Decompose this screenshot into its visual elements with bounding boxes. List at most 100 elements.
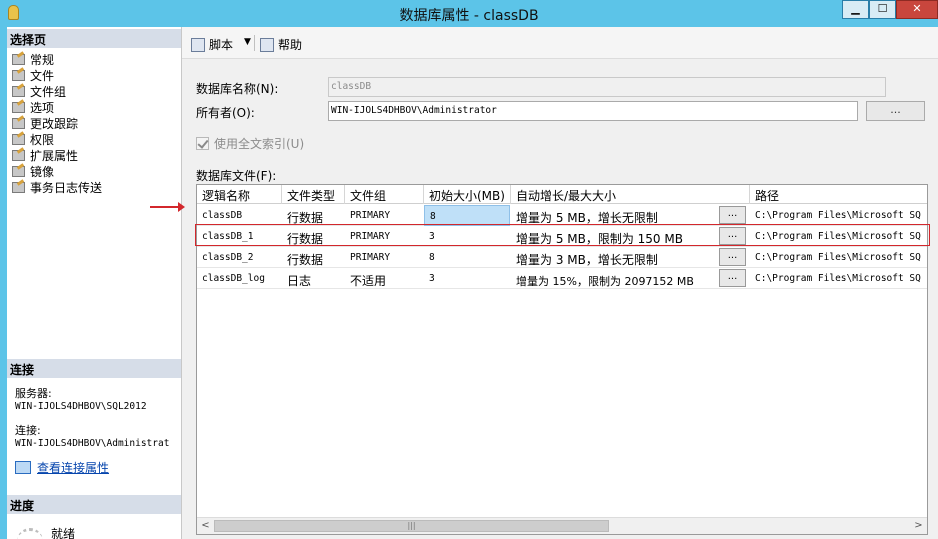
cell-filegroup[interactable]: PRIMARY <box>345 247 424 268</box>
page-icon <box>11 117 25 129</box>
help-button[interactable]: 帮助 <box>260 36 302 53</box>
toolbar-separator <box>254 35 255 51</box>
fulltext-index-row: 使用全文索引(U) <box>196 135 304 152</box>
cell-filegroup[interactable]: 不适用 <box>345 268 424 289</box>
horizontal-scrollbar[interactable]: < ||| > <box>197 517 927 534</box>
table-row[interactable]: classDB_1 行数据 PRIMARY 3 增量为 5 MB，限制为 150… <box>197 226 927 247</box>
scroll-left-button[interactable]: < <box>197 518 214 534</box>
minimize-button[interactable]: ▁ <box>842 0 869 19</box>
page-item-options[interactable]: 选项 <box>11 99 102 115</box>
cell-path[interactable]: C:\Program Files\Microsoft SQ <box>750 205 927 226</box>
col-header-logical-name[interactable]: 逻辑名称 <box>197 185 282 204</box>
col-header-path[interactable]: 路径 <box>750 185 927 204</box>
page-item-change-tracking[interactable]: 更改跟踪 <box>11 115 102 131</box>
cell-path[interactable]: C:\Program Files\Microsoft SQ <box>750 226 927 247</box>
scroll-right-button[interactable]: > <box>910 518 927 534</box>
col-header-filegroup[interactable]: 文件组 <box>345 185 424 204</box>
maximize-button[interactable]: ☐ <box>869 0 896 19</box>
cell-logical-name[interactable]: classDB_2 <box>197 247 282 268</box>
page-icon <box>11 69 25 81</box>
cell-autogrowth: 增量为 15%，限制为 2097152 MB <box>516 275 694 288</box>
dialog-client: 选择页 常规 文件 文件组 选项 更改跟踪 权限 扩展属性 镜像 事务日志传送 … <box>7 27 938 539</box>
cell-path[interactable]: C:\Program Files\Microsoft SQ <box>750 268 927 289</box>
autogrowth-edit-button[interactable]: ... <box>719 269 746 287</box>
page-item-log-shipping[interactable]: 事务日志传送 <box>11 179 102 195</box>
cell-filegroup[interactable]: PRIMARY <box>345 205 424 226</box>
connection-label: 连接: <box>15 424 41 437</box>
page-icon <box>11 181 25 193</box>
page-item-permissions[interactable]: 权限 <box>11 131 102 147</box>
col-header-file-type[interactable]: 文件类型 <box>282 185 345 204</box>
connection-info: 服务器: WIN-IJOLS4DHBOV\SQL2012 连接: WIN-IJO… <box>15 387 169 450</box>
page-icon <box>11 101 25 113</box>
cell-path[interactable]: C:\Program Files\Microsoft SQ <box>750 247 927 268</box>
fulltext-index-checkbox[interactable] <box>196 137 209 150</box>
cell-logical-name[interactable]: classDB_1 <box>197 226 282 247</box>
cell-autogrowth: 增量为 5 MB，限制为 150 MB <box>516 232 683 246</box>
col-header-autogrowth[interactable]: 自动增长/最大大小 <box>511 185 750 204</box>
cell-file-type[interactable]: 行数据 <box>282 247 345 268</box>
db-files-label: 数据库文件(F): <box>196 169 277 183</box>
cell-initial-size[interactable]: 8 <box>424 247 510 268</box>
cell-logical-name[interactable]: classDB_log <box>197 268 282 289</box>
cell-initial-size[interactable]: 3 <box>424 226 510 247</box>
autogrowth-edit-button[interactable]: ... <box>719 248 746 266</box>
close-button[interactable]: ✕ <box>896 0 938 19</box>
cell-autogrowth: 增量为 3 MB，增长无限制 <box>516 253 658 267</box>
progress-spinner-icon <box>17 528 43 539</box>
connection-properties-icon <box>15 461 31 474</box>
connection-header: 连接 <box>7 359 181 378</box>
view-connection-link[interactable]: 查看连接属性 <box>37 459 109 476</box>
cell-initial-size[interactable]: 3 <box>424 268 510 289</box>
cell-initial-size[interactable]: 8 <box>424 205 510 226</box>
owner-browse-button[interactable]: ... <box>866 101 925 121</box>
annotation-arrow-icon <box>150 202 185 212</box>
page-item-extended-properties[interactable]: 扩展属性 <box>11 147 102 163</box>
page-item-mirroring[interactable]: 镜像 <box>11 163 102 179</box>
progress-header: 进度 <box>7 495 181 514</box>
fulltext-index-label: 使用全文索引(U) <box>214 137 305 151</box>
select-page-header: 选择页 <box>7 29 181 48</box>
page-item-filegroups[interactable]: 文件组 <box>11 83 102 99</box>
cell-autogrowth: 增量为 5 MB，增长无限制 <box>516 211 658 225</box>
view-connection-properties[interactable]: 查看连接属性 <box>15 459 109 476</box>
connection-value: WIN-IJOLS4DHBOV\Administrat <box>15 438 170 449</box>
script-button[interactable]: 脚本 <box>191 36 233 53</box>
table-row[interactable]: classDB_2 行数据 PRIMARY 8 增量为 3 MB，增长无限制 .… <box>197 247 927 268</box>
page-icon <box>11 85 25 97</box>
script-icon <box>191 37 205 52</box>
owner-label: 所有者(O): <box>196 106 255 120</box>
db-name-field[interactable]: classDB <box>328 77 886 97</box>
page-item-general[interactable]: 常规 <box>11 51 102 67</box>
page-icon <box>11 133 25 145</box>
db-files-grid: 逻辑名称 文件类型 文件组 初始大小(MB) 自动增长/最大大小 路径 clas… <box>196 184 928 535</box>
autogrowth-edit-button[interactable]: ... <box>719 227 746 245</box>
cell-filegroup[interactable]: PRIMARY <box>345 226 424 247</box>
cell-logical-name[interactable]: classDB <box>197 205 282 226</box>
page-icon <box>11 149 25 161</box>
page-icon <box>11 165 25 177</box>
db-name-label: 数据库名称(N): <box>196 82 279 96</box>
table-row[interactable]: classDB_log 日志 不适用 3 增量为 15%，限制为 2097152… <box>197 268 927 289</box>
help-icon <box>260 37 274 52</box>
server-value: WIN-IJOLS4DHBOV\SQL2012 <box>15 401 147 412</box>
scroll-thumb[interactable]: ||| <box>214 520 609 532</box>
server-label: 服务器: <box>15 387 52 400</box>
page-icon <box>11 53 25 65</box>
page-list: 常规 文件 文件组 选项 更改跟踪 权限 扩展属性 镜像 事务日志传送 <box>11 51 102 195</box>
window-title: 数据库属性 - classDB <box>399 8 539 24</box>
owner-field[interactable]: WIN-IJOLS4DHBOV\Administrator <box>328 101 858 121</box>
script-dropdown-icon[interactable]: ▼ <box>244 37 251 47</box>
table-row[interactable]: classDB 行数据 PRIMARY 8 增量为 5 MB，增长无限制 ...… <box>197 205 927 226</box>
cell-file-type[interactable]: 行数据 <box>282 205 345 226</box>
cell-file-type[interactable]: 日志 <box>282 268 345 289</box>
autogrowth-edit-button[interactable]: ... <box>719 206 746 224</box>
col-header-initial-size[interactable]: 初始大小(MB) <box>424 185 511 204</box>
toolbar: 脚本 ▼ 帮助 <box>182 27 938 59</box>
right-pane: 脚本 ▼ 帮助 数据库名称(N): classDB 所有者(O): WIN-IJ… <box>182 27 938 539</box>
progress-status: 就绪 <box>17 524 75 539</box>
progress-status-text: 就绪 <box>51 526 76 539</box>
grid-header: 逻辑名称 文件类型 文件组 初始大小(MB) 自动增长/最大大小 路径 <box>197 185 927 204</box>
page-item-files[interactable]: 文件 <box>11 67 102 83</box>
cell-file-type[interactable]: 行数据 <box>282 226 345 247</box>
